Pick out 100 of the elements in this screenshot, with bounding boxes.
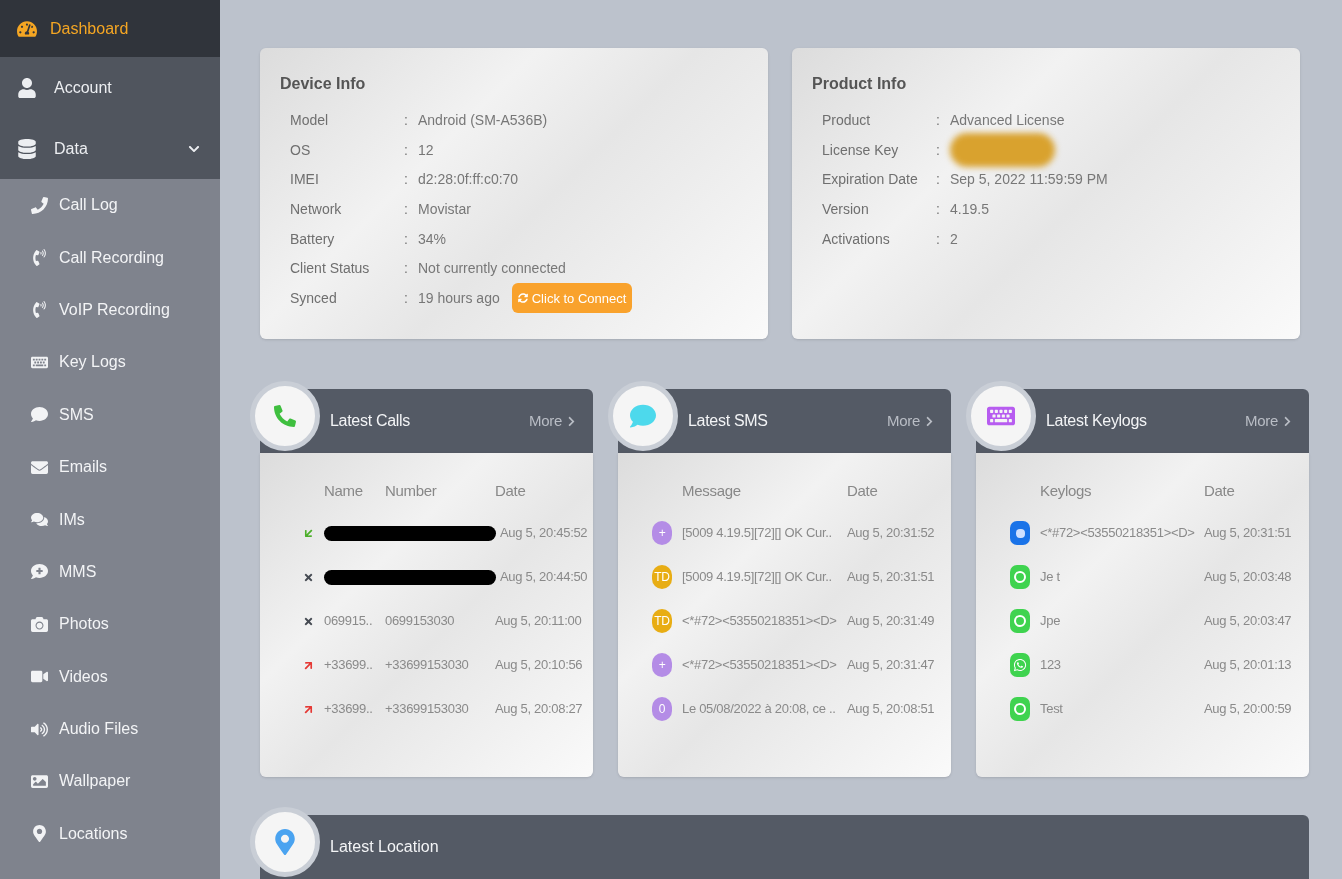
info-label: Battery [290, 229, 336, 249]
cross-icon [303, 571, 314, 583]
table-cell-text: Aug 5, 20:11:00 [495, 612, 582, 631]
table-cell-text: Aug 5, 20:44:50 [500, 568, 588, 587]
map-pin-icon [30, 825, 48, 843]
info-value: Movistar [418, 200, 471, 220]
sidebar-subitem-label: Emails [59, 457, 107, 478]
sidebar-subitem[interactable]: Emails [0, 440, 220, 494]
info-label: OS [290, 140, 312, 160]
info-label: Expiration Date [822, 170, 919, 190]
cross-icon [303, 615, 314, 627]
sidebar-subitem-label: Call Log [59, 195, 118, 216]
refresh-icon [517, 293, 528, 304]
speech-bubble-icon [630, 403, 656, 429]
sidebar-subitem[interactable]: MMS [0, 545, 220, 599]
info-label: Client Status [290, 259, 371, 279]
column-header: Number [385, 480, 438, 501]
whatsapp-icon [1010, 653, 1030, 677]
card-title: Product Info [812, 74, 908, 94]
more-link[interactable]: More [1245, 409, 1293, 433]
sidebar-subitem[interactable]: Photos [0, 598, 220, 651]
sidebar-subitem-label: SMS [59, 404, 94, 425]
sidebar-subitem[interactable]: Call Log [0, 179, 220, 232]
sidebar-item-label: Dashboard [50, 18, 129, 39]
column-header: Message [682, 480, 742, 501]
separator: : [936, 140, 941, 160]
column-header: Date [495, 480, 526, 501]
chat-bubbles-icon [30, 511, 48, 529]
connect-button[interactable]: Click to Connect [511, 283, 633, 314]
table-cell-text: Jpe [1040, 612, 1062, 631]
table-cell-text: [5009 4.19.5][72][] OK Cur.. [682, 524, 833, 543]
separator: : [404, 259, 409, 279]
table-cell-text: Aug 5, 20:10:56 [495, 656, 583, 675]
sidebar-item[interactable]: Account [0, 57, 220, 118]
camera-icon [30, 615, 48, 633]
chat-app-icon [1010, 609, 1030, 633]
separator: : [936, 229, 941, 249]
sidebar-subitem[interactable]: Call Recording [0, 231, 220, 284]
info-value: 2 [950, 229, 958, 249]
table-cell-text: Aug 5, 20:08:51 [847, 700, 935, 719]
more-link[interactable]: More [529, 409, 577, 433]
sidebar-subitem-label: Key Logs [59, 352, 126, 373]
table-cell-text: +33699.. [324, 656, 374, 675]
table-cell-text: <*#72><53550218351><D> [1040, 524, 1196, 543]
table-cell-text: 123 [1040, 656, 1062, 675]
sidebar-subitem[interactable]: VoIP Recording [0, 283, 220, 337]
image-bubble-icon [30, 563, 48, 581]
sidebar-subitem[interactable]: Videos [0, 650, 220, 703]
info-value: Sep 5, 2022 11:59:59 PM [950, 170, 1108, 190]
user-icon [16, 77, 38, 98]
table-cell-text: +33699153030 [385, 700, 470, 719]
sidebar-subitem-label: Videos [59, 666, 108, 687]
column-header: Name [324, 480, 364, 501]
info-label: Synced [290, 288, 338, 308]
sidebar-subitem[interactable]: Key Logs [0, 336, 220, 389]
info-label: Activations [822, 229, 891, 249]
sidebar-subitem[interactable]: IMs [0, 493, 220, 546]
table-cell-text: [5009 4.19.5][72][] OK Cur.. [682, 568, 833, 587]
sidebar-item[interactable]: Data [0, 118, 220, 179]
table-cell-text: +33699.. [324, 700, 374, 719]
info-label: Model [290, 111, 330, 131]
sidebar-subitem[interactable]: Wallpaper [0, 755, 220, 808]
phone-sound-icon [30, 301, 48, 319]
table-cell-text: Aug 5, 20:01:13 [1204, 656, 1292, 675]
table-cell-text: Aug 5, 20:31:49 [847, 612, 935, 631]
sidebar-subitem[interactable]: Audio Files [0, 702, 220, 756]
table-cell-text: Aug 5, 20:08:27 [495, 700, 583, 719]
phone-sound-icon [30, 249, 48, 267]
card-title: Latest Location [330, 837, 439, 857]
info-label: Network [290, 200, 343, 220]
sidebar-item-label: Account [54, 77, 112, 98]
info-value: Advanced License [950, 111, 1065, 131]
contact-avatar: TD [652, 609, 672, 633]
card-title: Latest SMS [688, 411, 768, 431]
phone-icon [274, 405, 296, 427]
sidebar-item[interactable]: Dashboard [0, 0, 220, 57]
sidebar-subitem-label: Audio Files [59, 719, 139, 740]
column-header: Date [847, 480, 878, 501]
table-cell-text: <*#72><53550218351><D> [682, 656, 838, 675]
sidebar-item-label: Data [54, 138, 88, 159]
separator: : [936, 170, 941, 190]
card-title: Latest Calls [330, 411, 410, 431]
table-cell-text: 069915.. [324, 612, 374, 631]
chat-app-icon [1010, 697, 1030, 721]
sidebar-subitem[interactable]: Locations [0, 807, 220, 861]
database-icon [16, 138, 38, 159]
table-cell-text: <*#72><53550218351><D> [682, 612, 838, 631]
sidebar-subitem-label: Wallpaper [59, 771, 131, 792]
info-value: 19 hours ago [418, 288, 500, 308]
more-link[interactable]: More [887, 409, 935, 433]
table-cell-text: Aug 5, 20:31:47 [847, 656, 935, 675]
contact-avatar: TD [652, 565, 672, 589]
contact-avatar: 0 [652, 697, 672, 721]
sidebar-subitem[interactable]: SMS [0, 388, 220, 441]
chevron-right-icon [566, 415, 577, 427]
table-cell-text: Test [1040, 700, 1064, 719]
info-label: Product [822, 111, 872, 131]
sidebar-subitem-label: Call Recording [59, 247, 164, 268]
sidebar-subitem-label: VoIP Recording [59, 299, 170, 320]
table-cell-text: Aug 5, 20:31:51 [1204, 524, 1292, 543]
